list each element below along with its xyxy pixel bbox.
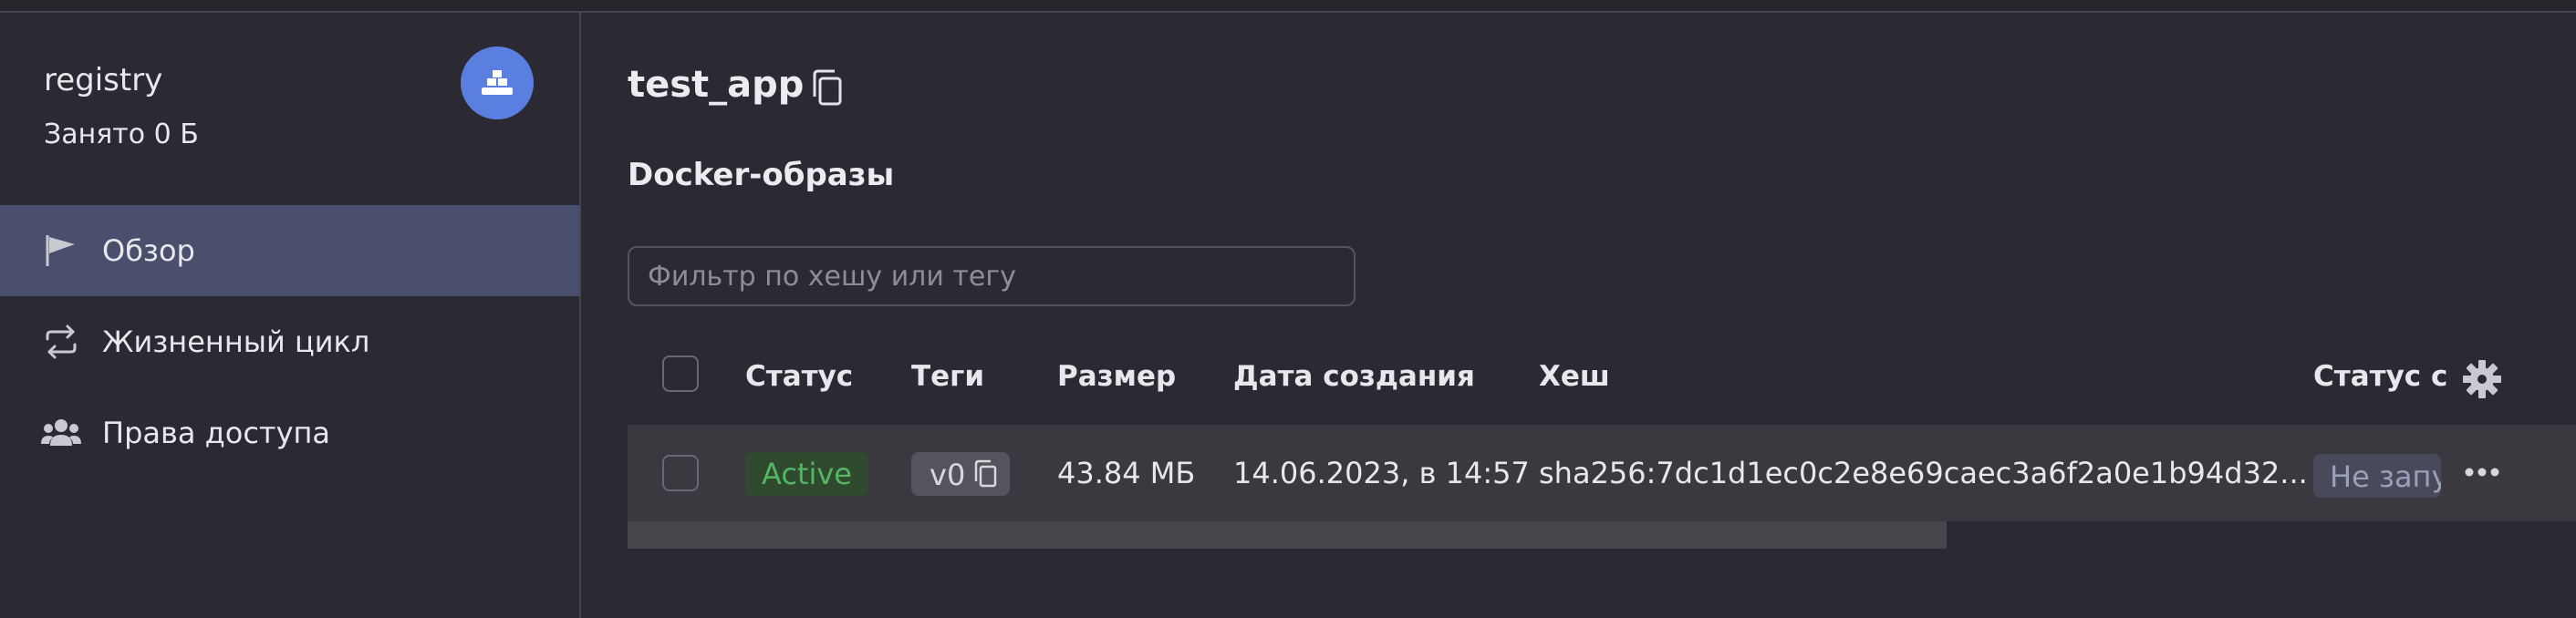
image-hash[interactable]: sha256:7dc1d1ec0c2e8e69caec3a6f2a0e1b94d… [1539,456,2308,490]
select-all-checkbox[interactable] [662,355,699,392]
more-actions-icon[interactable] [2460,456,2504,489]
scan-status-badge: Не запу [2313,454,2441,498]
image-size: 43.84 МБ [1057,456,1196,490]
container-icon [482,70,513,95]
main-content: test_app Docker-образы Статус Теги Разме… [581,13,2576,618]
registry-avatar[interactable] [461,46,534,119]
column-header-scan-status[interactable]: Статус ск [2313,360,2450,393]
registry-name: registry [44,62,163,98]
gear-icon[interactable] [2460,357,2504,401]
row-checkbox[interactable] [662,455,699,491]
sidebar-item-label: Права доступа [102,416,331,450]
users-icon [40,412,82,454]
copy-icon[interactable] [809,67,847,109]
column-header-status[interactable]: Статус [745,360,853,393]
scan-status-label: Не запу [2330,459,2441,494]
sidebar-item-overview[interactable]: Обзор [0,205,579,296]
top-border [0,0,2576,13]
page-title: test_app [628,64,805,106]
tag-chip[interactable]: v0 [911,452,1010,496]
column-header-created[interactable]: Дата создания [1233,360,1475,393]
tag-label: v0 [930,458,966,492]
sidebar-item-access[interactable]: Права доступа [0,387,579,479]
storage-used: Занято 0 Б [44,118,199,150]
flag-icon [40,230,82,272]
column-header-size[interactable]: Размер [1057,360,1176,393]
horizontal-scrollbar[interactable] [628,521,1947,549]
sidebar: registry Занято 0 Б Обзор Жизненный цикл… [0,13,581,618]
filter-input[interactable] [628,246,1356,306]
created-date: 14.06.2023, в 14:57 [1233,456,1530,490]
sidebar-item-lifecycle[interactable]: Жизненный цикл [0,296,579,387]
column-header-tags[interactable]: Теги [911,360,984,393]
sidebar-item-label: Жизненный цикл [102,324,370,359]
copy-icon[interactable] [971,458,1002,489]
cycle-arrows-icon [40,321,82,363]
column-header-hash[interactable]: Хеш [1539,360,1610,393]
status-badge: Active [745,452,868,496]
section-title: Docker-образы [628,157,895,193]
sidebar-item-label: Обзор [102,233,195,268]
